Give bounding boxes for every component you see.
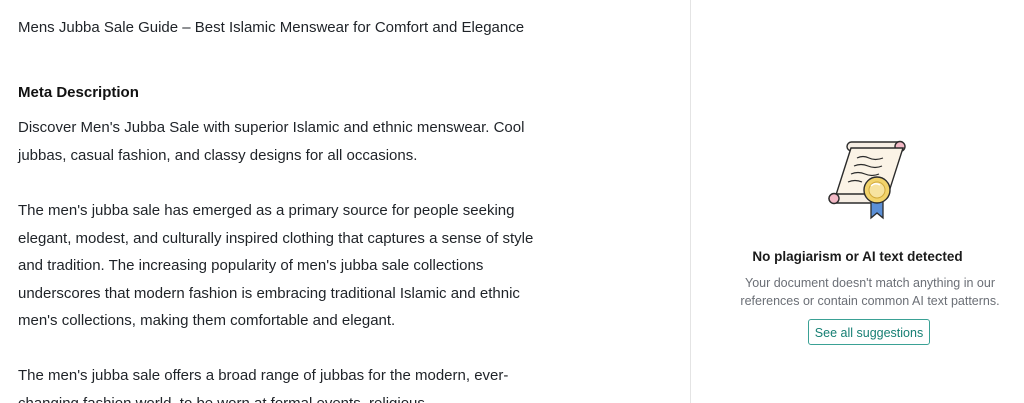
meta-description-text[interactable]: Discover Men's Jubba Sale with superior … bbox=[18, 114, 538, 169]
meta-description-heading[interactable]: Meta Description bbox=[18, 84, 139, 101]
body-paragraph[interactable]: The men's jubba sale has emerged as a pr… bbox=[18, 197, 538, 335]
plagiarism-panel: No plagiarism or AI text detected Your d… bbox=[691, 0, 1024, 403]
certificate-scroll-icon bbox=[828, 140, 906, 220]
document-title-text[interactable]: Mens Jubba Sale Guide – Best Islamic Men… bbox=[18, 14, 538, 42]
body-paragraph[interactable]: The men's jubba sale offers a broad rang… bbox=[18, 362, 538, 403]
no-plagiarism-description: Your document doesn't match anything in … bbox=[740, 276, 1000, 308]
see-all-suggestions-button[interactable]: See all suggestions bbox=[808, 319, 930, 345]
document-editor[interactable]: Mens Jubba Sale Guide – Best Islamic Men… bbox=[0, 0, 690, 403]
no-plagiarism-title: No plagiarism or AI text detected bbox=[752, 249, 963, 264]
